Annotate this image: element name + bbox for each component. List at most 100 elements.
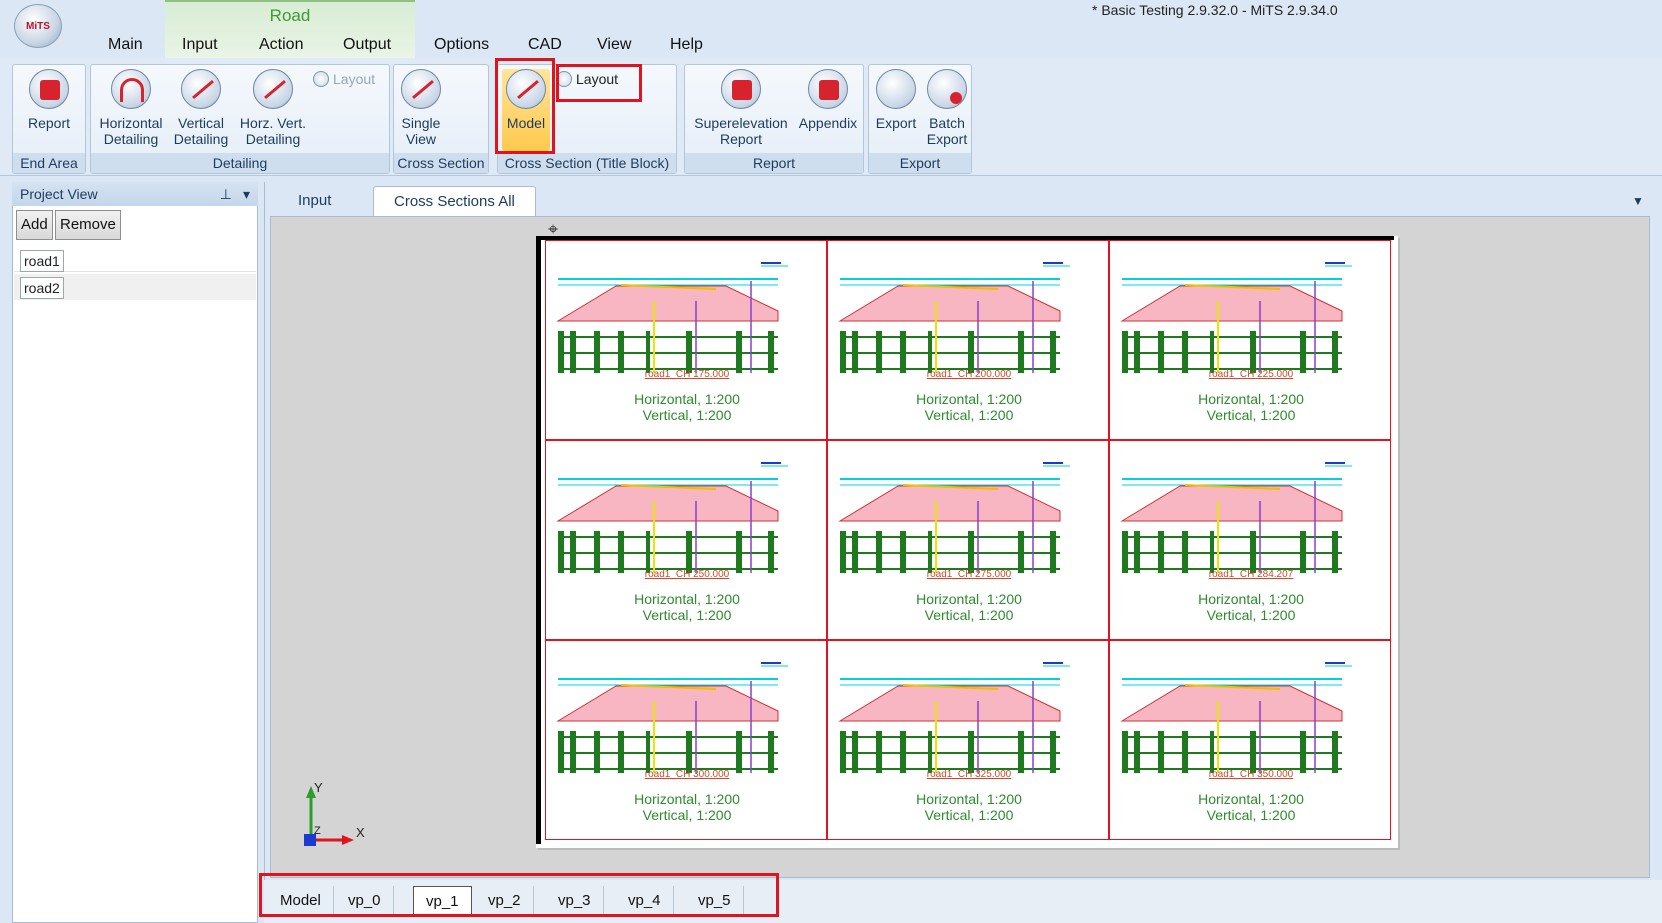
section-label: road1_CH 284.207	[1208, 569, 1294, 580]
section-label: road1_CH 300.000	[644, 769, 730, 780]
app-logo: MiTS	[26, 20, 50, 32]
tab-list-dropdown-icon[interactable]: ▼	[1632, 194, 1644, 208]
section-label: road1_CH 325.000	[926, 769, 1012, 780]
layout-icon	[313, 71, 329, 87]
vertical-scale: Vertical, 1:200	[642, 607, 732, 623]
group-end-area: Report End Area	[12, 64, 86, 174]
axis-x-label: X	[356, 825, 365, 840]
report-button[interactable]: Report	[17, 69, 81, 131]
window-title: * Basic Testing 2.9.32.0 - MiTS 2.9.34.0	[1092, 2, 1338, 18]
report-icon	[29, 69, 69, 109]
group-label-report: Report	[685, 153, 863, 173]
single-view-button[interactable]: Single View	[396, 69, 446, 147]
axis-z-label: Z	[314, 825, 321, 837]
vertical-scale: Vertical, 1:200	[642, 407, 732, 423]
viewport-9[interactable]: road1_CH 350.000 Horizontal, 1:200 Vertica…	[1109, 640, 1391, 840]
group-label-cross-section: Cross Section	[394, 153, 488, 173]
viewport-2[interactable]: road1_CH 200.000 Horizontal, 1:200 Vertica…	[827, 240, 1109, 440]
report-icon	[808, 69, 848, 109]
horizontal-scale: Horizontal, 1:200	[634, 791, 740, 807]
section-label: road1_CH 275.000	[926, 569, 1012, 580]
viewport-8[interactable]: road1_CH 325.000 Horizontal, 1:200 Vertica…	[827, 640, 1109, 840]
horizontal-scale: Horizontal, 1:200	[1198, 391, 1304, 407]
menu-input[interactable]: Input	[182, 36, 218, 54]
section-label: road1_CH 225.000	[1208, 369, 1294, 380]
horizontal-detailing-label: Horizontal Detailing	[99, 115, 163, 147]
appendix-button[interactable]: Appendix	[795, 69, 861, 131]
batch-export-icon	[927, 69, 967, 109]
section-label: road1_CH 350.000	[1208, 769, 1294, 780]
export-icon	[876, 69, 916, 109]
ucs-axis-icon: Y X Z	[304, 782, 365, 846]
viewport-4[interactable]: road1_CH 250.000 Horizontal, 1:200 Vertica…	[545, 440, 827, 640]
section-label: road1_CH 175.000	[644, 369, 730, 380]
group-label-detailing: Detailing	[91, 153, 389, 173]
menu-view[interactable]: View	[597, 36, 631, 54]
group-cross-section: Single View Cross Section	[393, 64, 489, 174]
group-export: Export Batch Export Export	[868, 64, 972, 174]
vertical-scale: Vertical, 1:200	[642, 807, 732, 823]
road-context-label: Road	[269, 6, 311, 25]
group-report: Superelevation Report Appendix Report	[684, 64, 864, 174]
app-menu-button[interactable]: MiTS	[14, 4, 62, 48]
vertical-scale: Vertical, 1:200	[924, 407, 1014, 423]
single-view-label: Single View	[401, 115, 441, 147]
project-view-title: Project View	[20, 186, 98, 202]
batch-export-label: Batch Export	[926, 115, 968, 147]
export-button[interactable]: Export	[871, 69, 921, 131]
batch-export-button[interactable]: Batch Export	[923, 69, 971, 147]
horizontal-scale: Horizontal, 1:200	[1198, 591, 1304, 607]
single-view-icon	[401, 69, 441, 109]
horz-vert-detailing-label: Horz. Vert. Detailing	[239, 115, 307, 147]
detailing-layout-label: Layout	[333, 71, 376, 87]
horizontal-scale: Horizontal, 1:200	[1198, 791, 1304, 807]
menu-action[interactable]: Action	[259, 36, 303, 54]
remove-button[interactable]: Remove	[55, 210, 121, 240]
menu-output[interactable]: Output	[343, 36, 391, 54]
viewport-1[interactable]: road1_CH 175.000 Horizontal, 1:200 Vertica…	[545, 240, 827, 440]
tab-input[interactable]: Input	[278, 186, 351, 216]
menu-help[interactable]: Help	[670, 36, 703, 54]
group-detailing: Horizontal Detailing Vertical Detailing …	[90, 64, 390, 174]
tab-cross-sections-all[interactable]: Cross Sections All	[373, 186, 536, 216]
horizontal-scale: Horizontal, 1:200	[634, 591, 740, 607]
project-view-header: Project View ⊥ ▾	[12, 182, 258, 206]
viewport-5[interactable]: road1_CH 275.000 Horizontal, 1:200 Vertica…	[827, 440, 1109, 640]
section-label: road1_CH 250.000	[644, 569, 730, 580]
horizontal-scale: Horizontal, 1:200	[916, 791, 1022, 807]
tree-item-road1[interactable]: road1	[20, 250, 64, 272]
horizontal-detailing-button[interactable]: Horizontal Detailing	[95, 69, 167, 147]
horizontal-curve-icon	[111, 69, 151, 109]
group-label-end-area: End Area	[13, 153, 85, 173]
group-label-title-block: Cross Section (Title Block)	[498, 153, 676, 173]
group-label-export: Export	[869, 153, 971, 173]
vertical-profile-icon	[181, 69, 221, 109]
pin-icon[interactable]: ⊥	[220, 182, 232, 206]
section-label: road1_CH 200.000	[926, 369, 1012, 380]
tree-item-road2[interactable]: road2	[20, 277, 64, 299]
add-button[interactable]: Add	[16, 210, 53, 240]
horizontal-scale: Horizontal, 1:200	[634, 391, 740, 407]
viewport-6[interactable]: road1_CH 284.207 Horizontal, 1:200 Vertica…	[1109, 440, 1391, 640]
viewport-7[interactable]: road1_CH 300.000 Horizontal, 1:200 Vertica…	[545, 640, 827, 840]
axis-y-label: Y	[314, 782, 323, 795]
chevron-down-icon[interactable]: ▾	[243, 182, 250, 206]
horz-vert-detailing-button[interactable]: Horz. Vert. Detailing	[235, 69, 311, 147]
highlight-model	[495, 58, 555, 154]
vertical-detailing-button[interactable]: Vertical Detailing	[167, 69, 235, 147]
superelevation-report-label: Superelevation Report	[694, 115, 788, 147]
vertical-scale: Vertical, 1:200	[1206, 607, 1296, 623]
viewport-3[interactable]: road1_CH 225.000 Horizontal, 1:200 Vertica…	[1109, 240, 1391, 440]
report-label: Report	[27, 115, 71, 131]
horizontal-scale: Horizontal, 1:200	[916, 391, 1022, 407]
vertical-scale: Vertical, 1:200	[924, 807, 1014, 823]
superelevation-report-button[interactable]: Superelevation Report	[689, 69, 793, 147]
menu-main[interactable]: Main	[108, 36, 143, 54]
menu-options[interactable]: Options	[434, 36, 489, 54]
vertical-detailing-label: Vertical Detailing	[173, 115, 229, 147]
menu-cad[interactable]: CAD	[528, 36, 562, 54]
highlight-layout-tabs	[259, 873, 779, 917]
export-label: Export	[875, 115, 917, 131]
vertical-scale: Vertical, 1:200	[1206, 807, 1296, 823]
detailing-layout-button[interactable]: Layout	[313, 71, 375, 87]
